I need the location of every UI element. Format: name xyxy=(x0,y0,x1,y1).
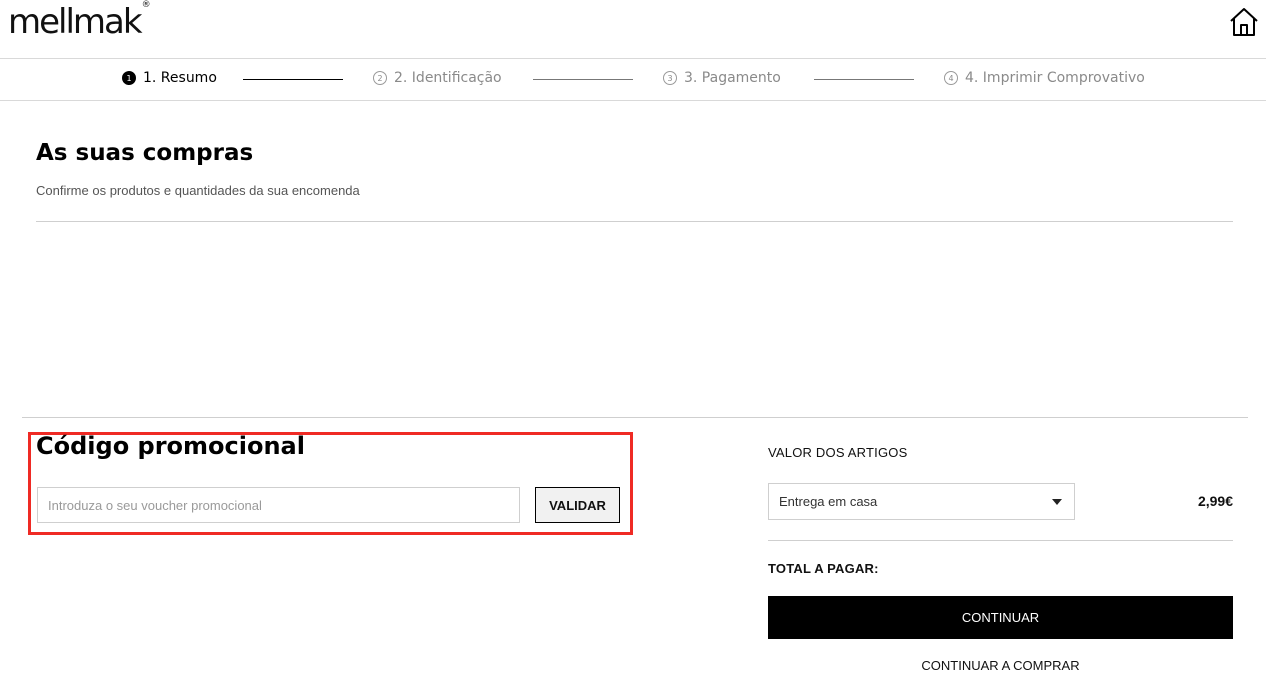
page-title: As suas compras xyxy=(36,140,254,166)
step-connector xyxy=(243,79,343,80)
promo-title: Código promocional xyxy=(36,432,305,460)
steps-divider xyxy=(0,100,1266,101)
step-resumo: 1 1. Resumo xyxy=(122,70,217,86)
logo-text: mellmak xyxy=(8,2,143,42)
step-pagamento: 3 3. Pagamento xyxy=(663,70,781,86)
validate-button[interactable]: VALIDAR xyxy=(535,487,620,523)
section-divider xyxy=(36,221,1233,222)
step-label: 3. Pagamento xyxy=(684,70,781,86)
delivery-option: Entrega em casa xyxy=(779,494,878,509)
section-divider xyxy=(22,417,1248,418)
caret-down-icon xyxy=(1052,498,1062,505)
continue-button[interactable]: CONTINUAR xyxy=(768,596,1233,639)
step-number: 2 xyxy=(373,71,387,85)
continue-shopping-link[interactable]: CONTINUAR A COMPRAR xyxy=(768,658,1233,673)
step-label: 2. Identificação xyxy=(394,70,502,86)
delivery-select[interactable]: Entrega em casa xyxy=(768,483,1075,520)
delivery-price: 2,99€ xyxy=(1197,493,1233,509)
step-number: 1 xyxy=(122,71,136,85)
promo-code-input[interactable] xyxy=(37,487,520,523)
registered-mark: ® xyxy=(141,0,151,10)
home-icon[interactable] xyxy=(1228,6,1260,38)
step-connector xyxy=(533,79,633,80)
page-subtitle: Confirme os produtos e quantidades da su… xyxy=(36,183,360,198)
brand-logo[interactable]: mellmak® xyxy=(8,0,151,42)
step-connector xyxy=(814,79,914,80)
total-label: TOTAL A PAGAR: xyxy=(768,561,879,576)
header-divider xyxy=(0,58,1266,59)
step-number: 3 xyxy=(663,71,677,85)
step-label: 4. Imprimir Comprovativo xyxy=(965,70,1145,86)
items-value-label: VALOR DOS ARTIGOS xyxy=(768,445,908,460)
step-identificacao: 2 2. Identificação xyxy=(373,70,502,86)
summary-divider xyxy=(768,540,1233,541)
step-number: 4 xyxy=(944,71,958,85)
step-imprimir-comprovativo: 4 4. Imprimir Comprovativo xyxy=(944,70,1145,86)
step-label: 1. Resumo xyxy=(143,70,217,86)
